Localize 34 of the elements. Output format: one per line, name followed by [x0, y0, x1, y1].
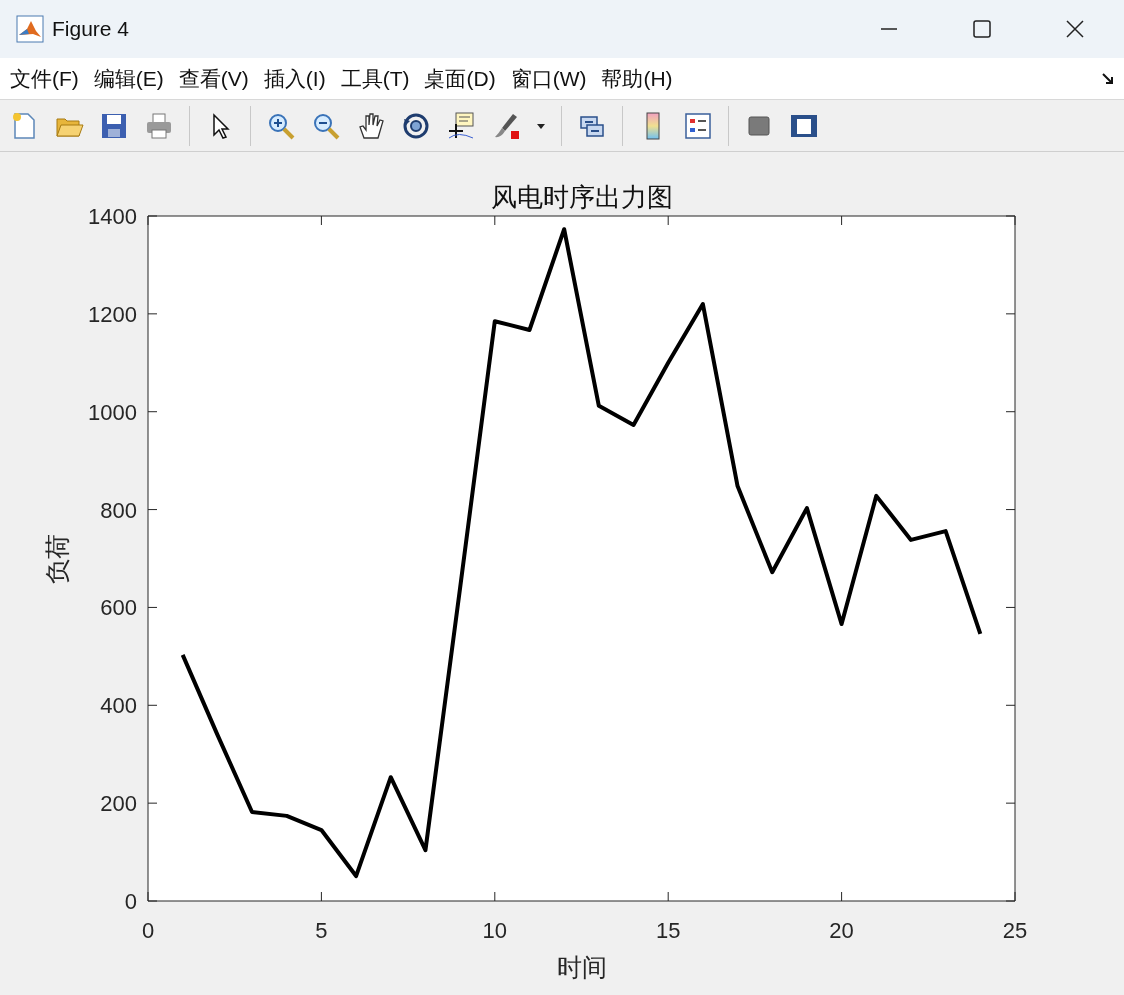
- close-icon[interactable]: [1065, 19, 1085, 39]
- x-axis-label: 时间: [556, 953, 607, 982]
- x-tick-label: 0: [141, 918, 155, 943]
- menu-item[interactable]: 文件(F): [10, 64, 79, 93]
- y-axis-label: 负荷: [43, 533, 72, 584]
- menu-item[interactable]: 查看(V): [178, 64, 249, 93]
- menu-item[interactable]: 帮助(H): [601, 64, 673, 93]
- menu-item[interactable]: 窗口(W): [510, 64, 587, 93]
- window-title: Figure 4: [52, 17, 130, 41]
- x-tick-label: 15: [655, 918, 681, 943]
- x-tick-label: 10: [482, 918, 508, 943]
- hand-icon[interactable]: [356, 110, 386, 141]
- menu-item[interactable]: 插入(I): [263, 64, 326, 93]
- y-tick-label: 1200: [88, 301, 137, 327]
- dock-arrow-icon[interactable]: [1101, 71, 1115, 86]
- x-tick-label: 5: [315, 918, 328, 943]
- menu-item[interactable]: 桌面(D): [424, 64, 496, 93]
- data-cursor-icon[interactable]: [446, 110, 476, 141]
- chart-title: 风电时序出力图: [490, 182, 673, 212]
- legend-icon[interactable]: [683, 110, 713, 141]
- y-tick-label: 600: [100, 595, 137, 621]
- x-tick-label: 20: [829, 918, 854, 943]
- y-tick-label: 0: [124, 889, 137, 914]
- app-logo-icon: [16, 15, 44, 43]
- x-tick-label: 25: [1002, 918, 1028, 943]
- y-tick-label: 800: [100, 497, 137, 523]
- y-tick-label: 1400: [88, 204, 137, 229]
- y-tick-label: 200: [100, 791, 137, 817]
- y-tick-label: 400: [100, 693, 137, 719]
- maximize-icon[interactable]: [972, 19, 992, 39]
- printer-icon[interactable]: [144, 110, 174, 141]
- menu-item[interactable]: 编辑(E): [93, 64, 164, 93]
- menu-item[interactable]: 工具(T): [340, 64, 410, 93]
- y-tick-label: 1000: [88, 399, 137, 425]
